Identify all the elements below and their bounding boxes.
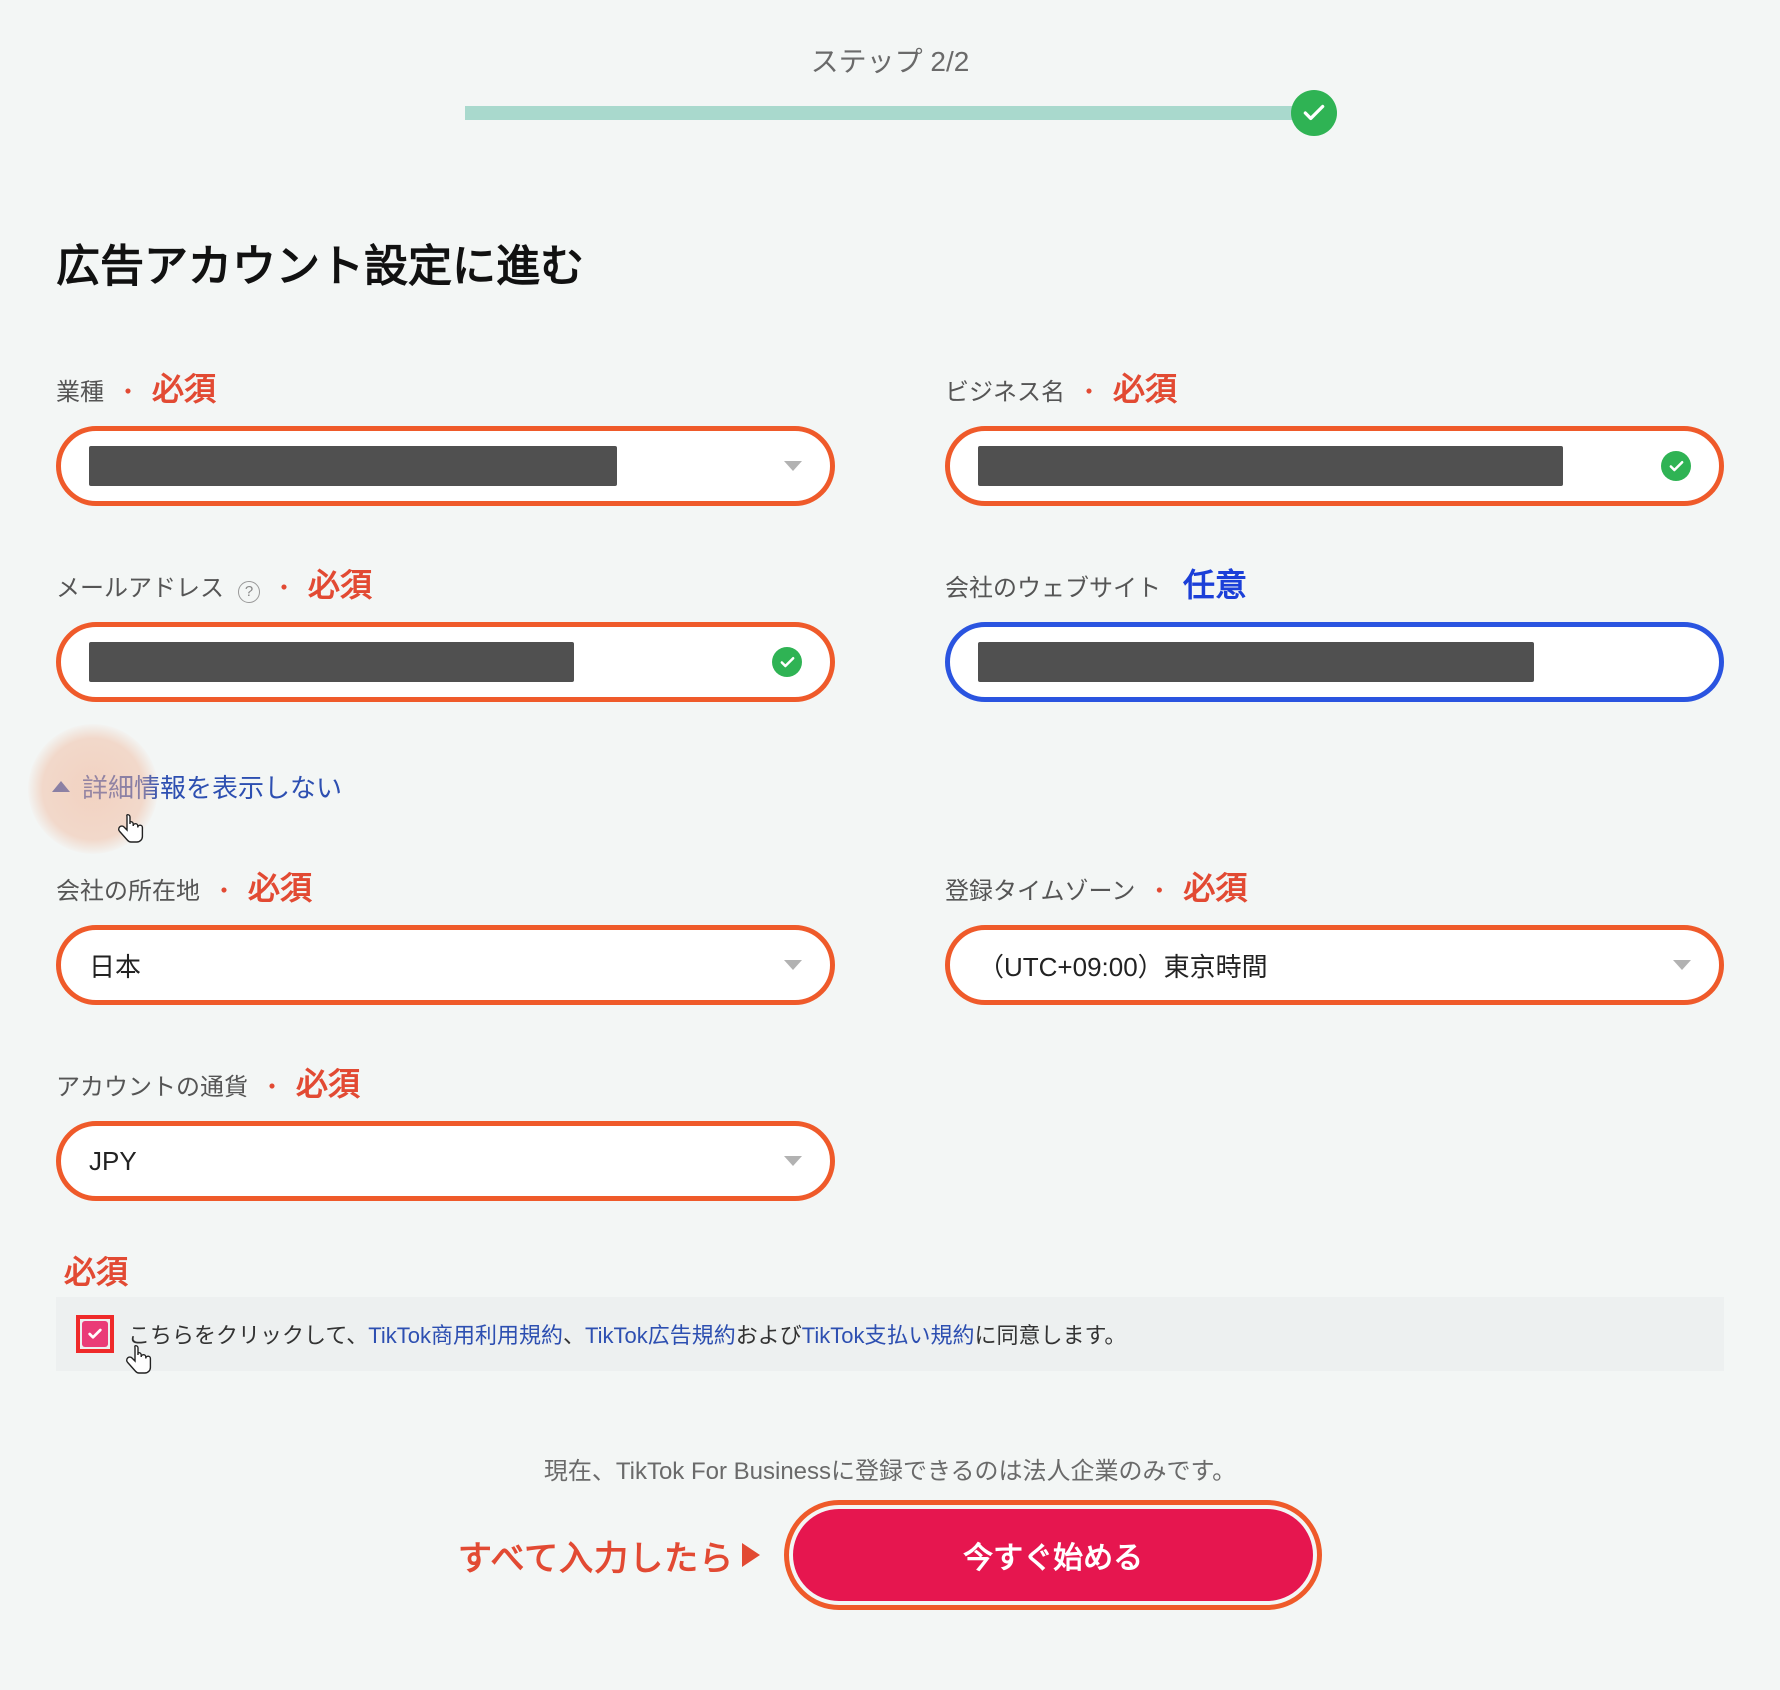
industry-label: 業種 [56, 372, 104, 407]
required-badge: 必須 [296, 1059, 360, 1105]
required-dot: ・ [272, 568, 296, 603]
currency-label: アカウントの通貨 [56, 1067, 248, 1102]
link-terms-ads[interactable]: TikTok広告規約 [585, 1323, 736, 1348]
required-badge: 必須 [1183, 863, 1247, 909]
required-badge: 必須 [152, 364, 216, 410]
link-terms-payment[interactable]: TikTok支払い規約 [802, 1323, 975, 1348]
hide-details-toggle[interactable]: 詳細情報を表示しない [46, 768, 342, 805]
chevron-down-icon [784, 461, 802, 471]
page-title: 広告アカウント設定に進む [56, 230, 1780, 294]
cursor-hand-icon [116, 814, 146, 848]
timezone-label: 登録タイムゾーン [945, 871, 1135, 906]
agreement-sep2: および [736, 1323, 802, 1348]
agree-checkbox[interactable] [76, 1315, 114, 1353]
progress-bar [465, 106, 1315, 120]
check-icon [772, 647, 802, 677]
required-badge: 必須 [64, 1247, 1724, 1293]
business-name-label: ビジネス名 [945, 372, 1065, 407]
check-icon [1661, 451, 1691, 481]
required-badge: 必須 [308, 560, 372, 606]
location-value: 日本 [89, 947, 784, 984]
required-badge: 必須 [248, 863, 312, 909]
agreement-bar: こちらをクリックして、TikTok商用利用規約、TikTok広告規約およびTik… [56, 1297, 1724, 1371]
cta-hint: すべて入力したら [458, 1531, 760, 1580]
required-dot: ・ [212, 871, 236, 906]
agreement-suffix: に同意します。 [975, 1323, 1127, 1348]
help-icon[interactable]: ? [238, 581, 260, 603]
step-label: ステップ 2/2 [0, 40, 1780, 80]
hide-details-label: 詳細情報を表示しない [82, 768, 342, 805]
email-input[interactable] [56, 622, 835, 702]
website-label: 会社のウェブサイト [945, 568, 1161, 603]
website-input[interactable] [945, 622, 1724, 702]
required-dot: ・ [1147, 871, 1171, 906]
required-dot: ・ [260, 1067, 284, 1102]
required-dot: ・ [1077, 372, 1101, 407]
required-badge: 必須 [1113, 364, 1177, 410]
legal-note: 現在、TikTok For Businessに登録できるのは法人企業のみです。 [0, 1451, 1780, 1486]
industry-select[interactable] [56, 426, 835, 506]
location-select[interactable]: 日本 [56, 925, 835, 1005]
chevron-up-icon [52, 781, 70, 792]
email-label: メールアドレス [56, 568, 224, 603]
business-name-input[interactable] [945, 426, 1724, 506]
link-terms-commercial[interactable]: TikTok商用利用規約 [368, 1323, 563, 1348]
start-now-button[interactable]: 今すぐ始める [793, 1509, 1313, 1601]
optional-badge: 任意 [1183, 560, 1247, 606]
required-dot: ・ [116, 372, 140, 407]
triangle-right-icon [742, 1543, 760, 1567]
location-label: 会社の所在地 [56, 871, 200, 906]
chevron-down-icon [784, 960, 802, 970]
timezone-select[interactable]: （UTC+09:00）東京時間 [945, 925, 1724, 1005]
agreement-sep1: 、 [563, 1323, 585, 1348]
currency-value: JPY [89, 1146, 784, 1177]
agreement-prefix: こちらをクリックして、 [128, 1323, 368, 1348]
currency-select[interactable]: JPY [56, 1121, 835, 1201]
timezone-value: （UTC+09:00）東京時間 [978, 947, 1673, 984]
cursor-hand-icon [124, 1345, 154, 1379]
check-icon [1291, 90, 1337, 136]
chevron-down-icon [784, 1156, 802, 1166]
chevron-down-icon [1673, 960, 1691, 970]
